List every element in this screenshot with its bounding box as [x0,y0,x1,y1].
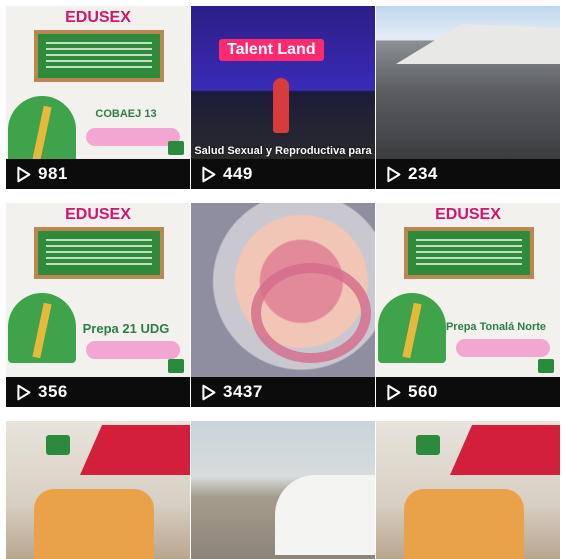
chalkboard [34,227,164,279]
view-count-value: 560 [408,382,438,401]
video-tile[interactable]: 3437 [191,203,375,407]
thumbnail [6,421,190,559]
speaker [273,78,289,133]
video-tile[interactable] [376,421,560,559]
view-count: 234 [376,159,560,189]
thumbnail [376,6,560,159]
play-icon [202,384,216,400]
view-count-value: 234 [408,164,438,183]
video-tile[interactable]: Talent Land Salud Sexual y Reproductiva … [191,6,375,189]
video-tile[interactable]: EDUSEX Prepa 21 UDG 356 [6,203,190,407]
date-pill [86,341,180,359]
play-icon [17,166,31,182]
poster-brand: EDUSEX [65,9,131,26]
view-count: 981 [6,159,190,189]
date-pill [86,128,180,146]
view-count-value: 449 [223,164,253,183]
view-count: 3437 [191,377,375,407]
video-tile[interactable]: EDUSEX COBAEJ 13 981 [6,6,190,189]
logo-icon [538,359,554,373]
thumbnail: EDUSEX Prepa 21 UDG [6,203,190,377]
chalkboard [404,227,534,279]
view-count-value: 356 [38,382,68,401]
event-sign: Talent Land [219,39,324,61]
logo-icon [168,141,184,155]
thumbnail [191,421,375,559]
video-tile[interactable] [6,421,190,559]
tree-illustration [8,96,76,166]
view-count: 449 [191,159,375,189]
video-tile[interactable]: EDUSEX Prepa Tonalá Norte 560 [376,203,560,407]
play-icon [17,384,31,400]
play-icon [202,166,216,182]
view-count: 560 [376,377,560,407]
thumbnail [376,421,560,559]
play-icon [387,166,401,182]
poster-place: COBAEJ 13 [95,108,157,120]
video-tile[interactable] [191,421,375,559]
poster-place: Prepa Tonalá Norte [445,321,547,333]
video-grid: EDUSEX COBAEJ 13 981 Talent Land Salud S… [6,6,560,559]
date-pill [456,339,550,357]
chalkboard [34,30,164,82]
thumbnail: EDUSEX COBAEJ 13 [6,6,190,166]
play-icon [387,384,401,400]
thumbnail [191,203,375,377]
poster-brand: EDUSEX [435,206,501,223]
view-count-value: 981 [38,164,68,183]
view-count: 356 [6,377,190,407]
logo-icon [168,359,184,373]
thumbnail: EDUSEX Prepa Tonalá Norte [376,203,560,377]
video-tile[interactable]: 234 [376,6,560,189]
view-count-value: 3437 [223,382,263,401]
poster-brand: EDUSEX [65,206,131,223]
poster-place: Prepa 21 UDG [82,321,170,336]
thumbnail: Talent Land Salud Sexual y Reproductiva … [191,6,375,170]
